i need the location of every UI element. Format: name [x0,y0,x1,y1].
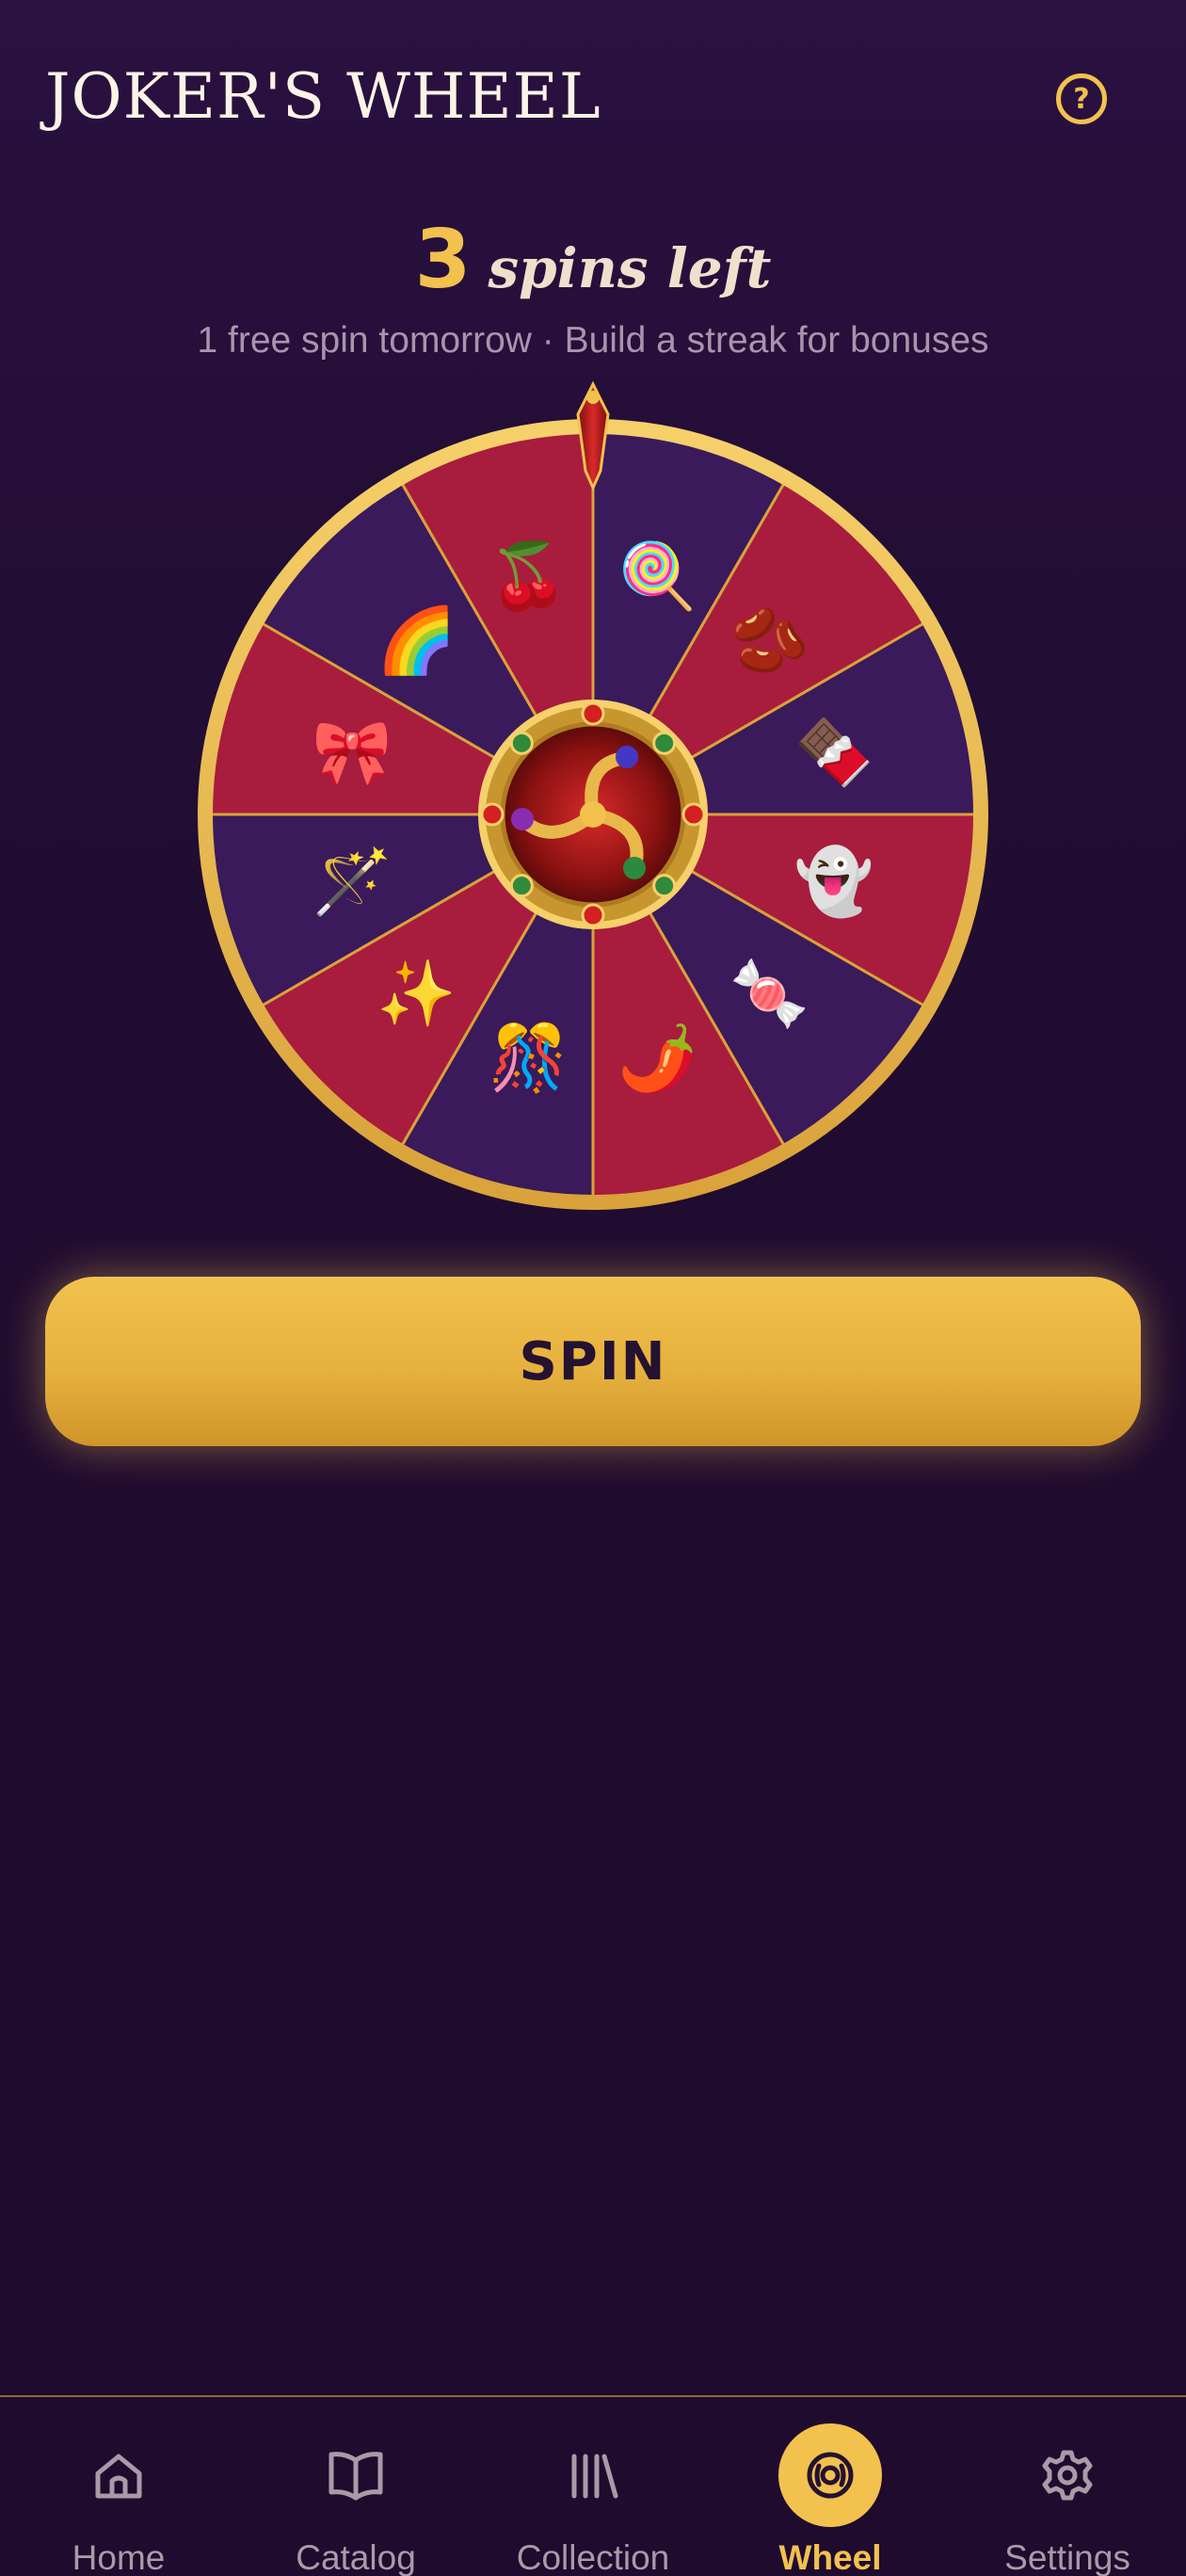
nav-item-home[interactable]: Home [0,2397,237,2576]
spins-label: spins left [488,236,772,300]
gear-icon [1016,2423,1119,2527]
wheel-segment-prize: 🍒 [489,539,569,614]
help-button[interactable]: ? [1056,73,1107,124]
hub-gem [681,802,706,827]
prize-wheel[interactable]: 🍭 🫘 🍫 👻 🍬 🌶️ 🎊 ✨ 🪄 🎀 🌈 🍒 [188,377,998,1224]
wheel-segment-prize: 🌶️ [617,1022,697,1096]
nav-label-settings: Settings [1004,2538,1130,2576]
spin-button[interactable]: SPIN [45,1277,1141,1446]
spins-subtitle: 1 free spin tomorrow · Build a streak fo… [197,320,989,361]
nav-item-catalog[interactable]: Catalog [237,2397,474,2576]
hub-gem [581,701,605,726]
wheel-segment-prize: 🍭 [617,536,697,614]
nav-label-wheel: Wheel [778,2538,882,2576]
nav-label-catalog: Catalog [296,2538,416,2576]
wheel-segment-prize: 👻 [794,844,874,920]
spins-count: 3 [414,213,472,307]
app-title: JOKER'S WHEEL [45,60,601,133]
wheel-segment-prize: 🎊 [489,1020,569,1096]
hub-gem [480,802,505,827]
wheel-segment-prize: 🌈 [377,603,457,679]
wheel-segment-prize: 🎀 [313,716,393,790]
bottom-nav: Home Catalog Collection Wheel Settings [0,2395,1186,2576]
wheel-icon [778,2423,882,2527]
nav-label-home: Home [72,2538,166,2576]
nav-item-settings[interactable]: Settings [949,2397,1186,2576]
nav-item-wheel[interactable]: Wheel [712,2397,949,2576]
hub-gem [509,874,534,898]
wheel-graphic: 🍭 🫘 🍫 👻 🍬 🌶️ 🎊 ✨ 🪄 🎀 🌈 🍒 [198,380,988,1210]
app-root: JOKER'S WHEEL ? 3 spins left 1 free spin … [0,0,1186,2576]
hub-gem [652,874,677,898]
book-icon [304,2423,408,2527]
hub-gem [652,731,677,755]
nav-item-collection[interactable]: Collection [474,2397,712,2576]
hub-gem [581,903,605,927]
hub-gem [509,731,534,755]
wheel-segment-prize: 🫘 [729,603,809,679]
wheel-segment-prize: 🍫 [794,716,874,790]
question-mark-icon: ? [1073,82,1090,116]
library-icon [541,2423,645,2527]
spins-remaining: 3 spins left [0,213,1186,307]
nav-label-collection: Collection [516,2538,670,2576]
wheel-segment-prize: 🍬 [729,957,809,1031]
home-icon [67,2423,170,2527]
jester-emblem-icon [478,700,708,929]
wheel-segment-prize: ✨ [377,957,457,1031]
wheel-segment-prize: 🪄 [313,845,393,920]
